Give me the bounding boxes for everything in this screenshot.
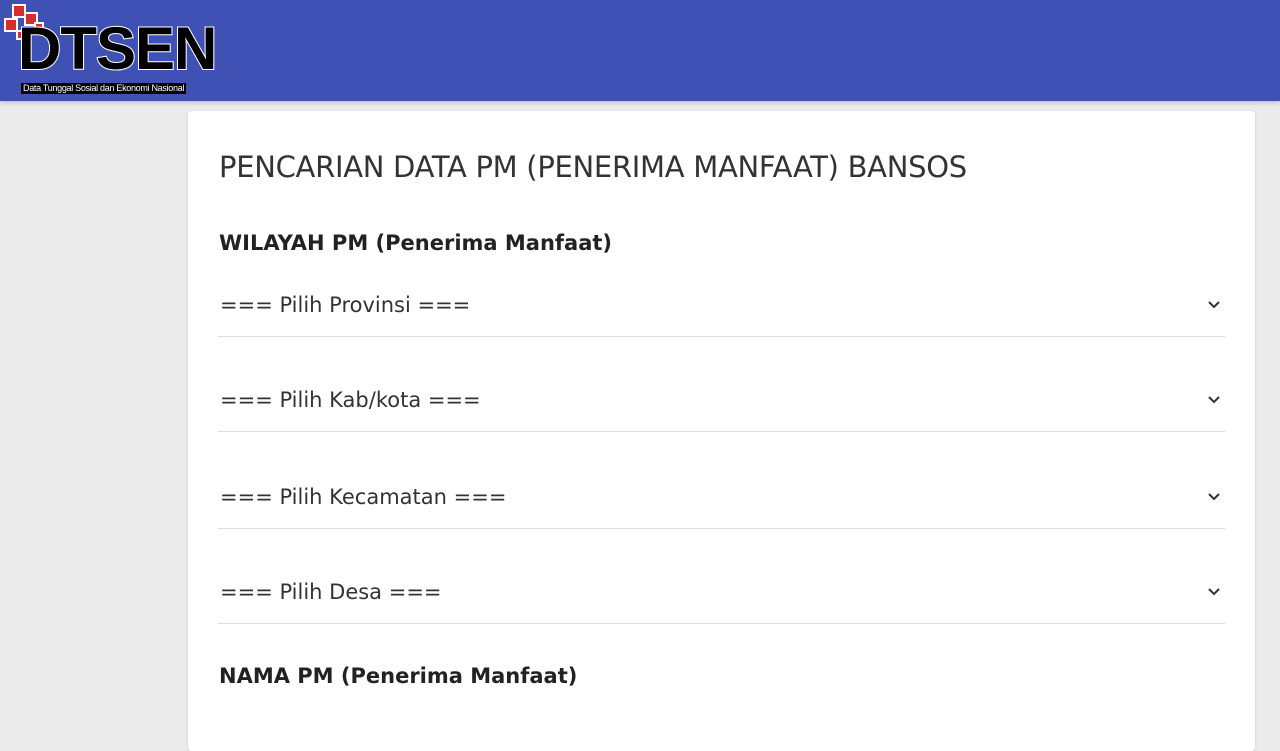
chevron-down-icon: [1208, 301, 1220, 309]
desa-select-value: === Pilih Desa ===: [220, 580, 442, 604]
kecamatan-select[interactable]: === Pilih Kecamatan ===: [218, 468, 1225, 529]
chevron-down-icon: [1208, 588, 1220, 596]
dtsen-logo[interactable]: DTSEN Data Tunggal Sosial dan Ekonomi Na…: [4, 4, 218, 96]
logo-wordmark: DTSEN: [17, 15, 218, 82]
chevron-down-icon: [1208, 396, 1220, 404]
provinsi-select-value: === Pilih Provinsi ===: [220, 293, 471, 317]
top-header-bar: DTSEN Data Tunggal Sosial dan Ekonomi Na…: [0, 0, 1280, 101]
desa-select[interactable]: === Pilih Desa ===: [218, 563, 1225, 624]
kabkota-select-value: === Pilih Kab/kota ===: [220, 388, 481, 412]
nama-section-title: NAMA PM (Penerima Manfaat): [219, 664, 578, 688]
kecamatan-select-value: === Pilih Kecamatan ===: [220, 485, 507, 509]
wilayah-section-title: WILAYAH PM (Penerima Manfaat): [219, 231, 613, 255]
chevron-down-icon: [1208, 493, 1220, 501]
logo-tagline: Data Tunggal Sosial dan Ekonomi Nasional: [21, 83, 187, 94]
provinsi-select[interactable]: === Pilih Provinsi ===: [218, 276, 1225, 337]
page-title: PENCARIAN DATA PM (PENERIMA MANFAAT) BAN…: [219, 150, 967, 184]
kabkota-select[interactable]: === Pilih Kab/kota ===: [218, 371, 1225, 432]
search-form-card: PENCARIAN DATA PM (PENERIMA MANFAAT) BAN…: [188, 111, 1255, 751]
